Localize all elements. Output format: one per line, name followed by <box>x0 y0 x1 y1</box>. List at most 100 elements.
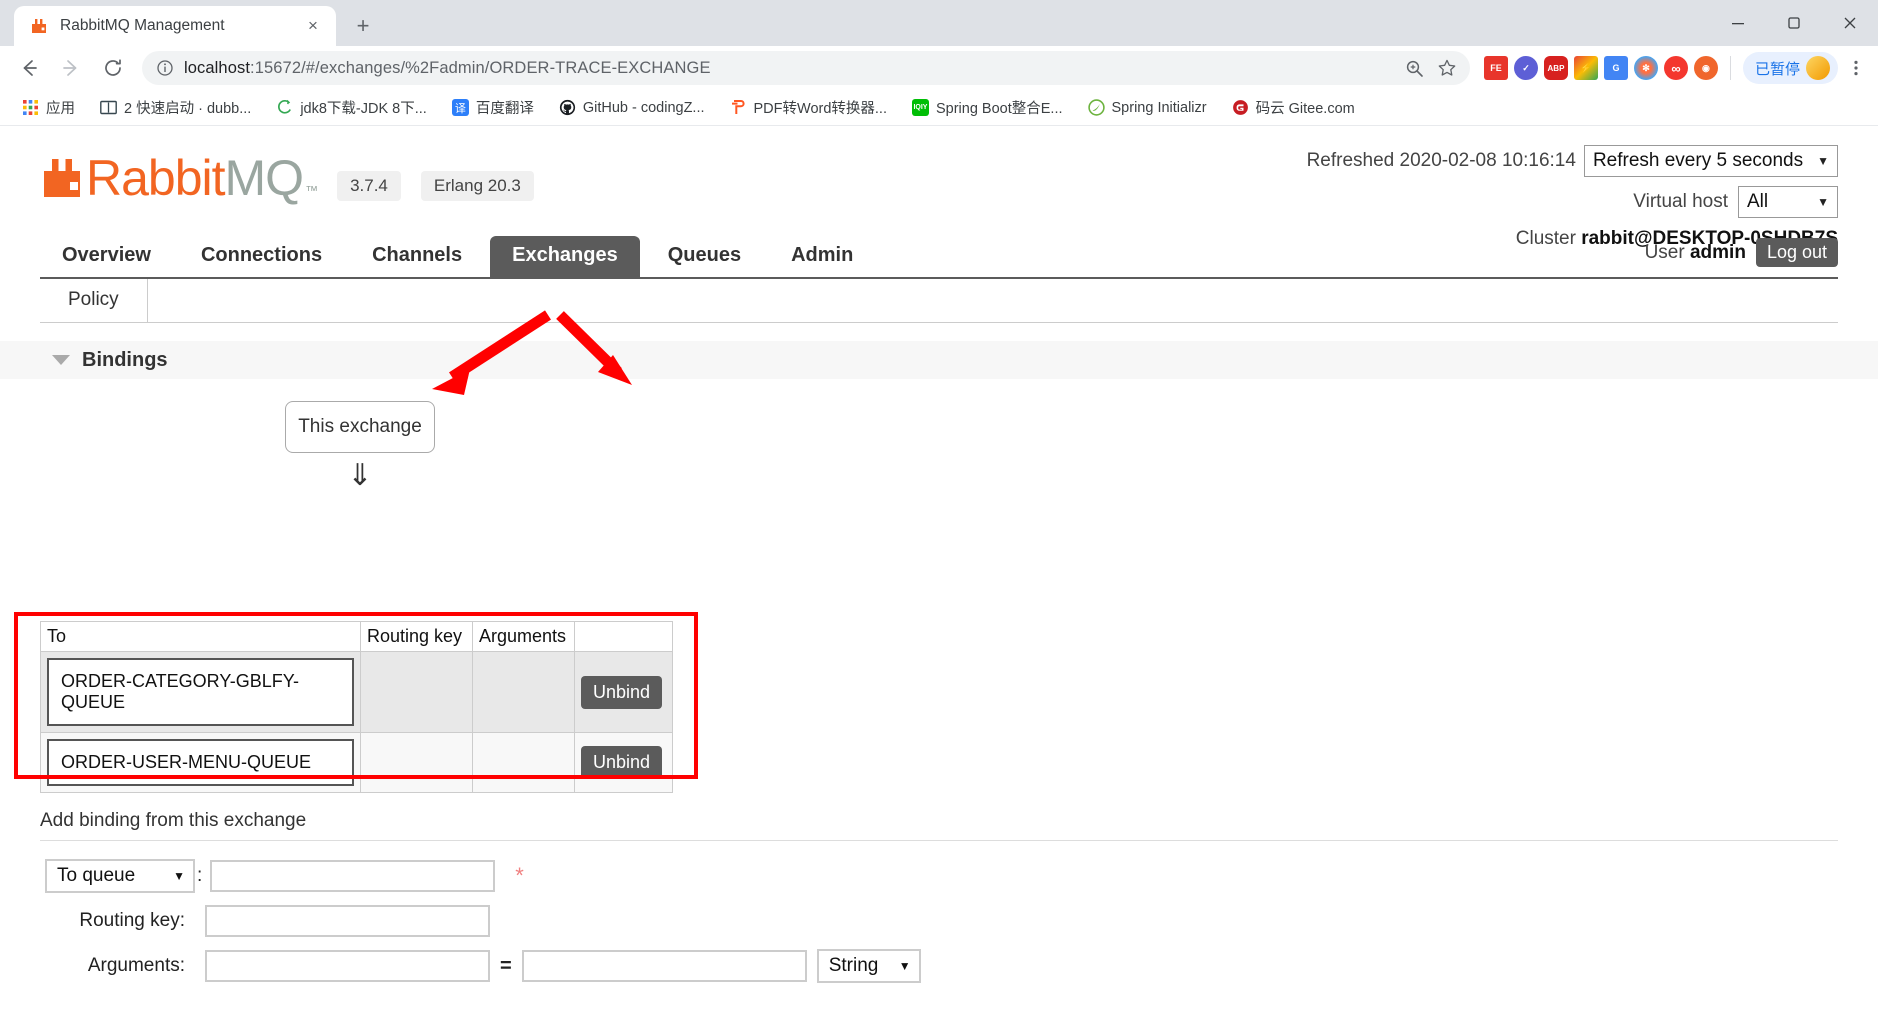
tab-overview[interactable]: Overview <box>40 236 173 277</box>
down-double-arrow-icon: ⇓ <box>347 459 373 492</box>
add-binding-form: Add binding from this exchange To queue … <box>40 810 1878 994</box>
destination-type-value: To queue <box>57 865 136 886</box>
window-close-icon[interactable] <box>1822 0 1878 46</box>
vhost-label: Virtual host <box>1633 191 1728 212</box>
iqiyi-icon: IQIY <box>911 99 929 116</box>
browser-window: RabbitMQ Management × + localhost:15672/… <box>0 0 1878 1011</box>
gitee-icon <box>1232 99 1249 116</box>
equals-sign: = <box>500 954 512 977</box>
url-host: localhost <box>184 58 251 77</box>
maximize-icon[interactable] <box>1766 0 1822 46</box>
logo-text-primary: Rabbit <box>86 150 226 206</box>
browser-tab[interactable]: RabbitMQ Management × <box>14 6 336 46</box>
cell-action: Unbind <box>574 732 673 793</box>
colorful-extension-icon[interactable]: ✻ <box>1633 56 1658 80</box>
cell-to: ORDER-USER-MENU-QUEUE <box>40 732 361 793</box>
bookmark-label: Spring Boot整合E... <box>935 101 1063 117</box>
user-area: User admin Log out <box>1645 238 1838 267</box>
bookmark-spring-boot-integration[interactable]: IQIY Spring Boot整合E... <box>904 93 1071 122</box>
bookmark-jdk8-download[interactable]: jdk8下载-JDK 8下... <box>268 93 435 122</box>
bookmark-gitee[interactable]: 码云 Gitee.com <box>1224 93 1363 122</box>
google-translate-extension-icon[interactable]: G <box>1603 56 1628 80</box>
required-marker: * <box>515 863 524 888</box>
arguments-type-select[interactable]: String ▼ <box>816 949 921 983</box>
chevron-down-icon: ▼ <box>1817 154 1829 168</box>
bookmark-github-codingz[interactable]: GitHub - codingZ... <box>551 95 713 120</box>
destination-input[interactable] <box>210 860 496 892</box>
tab-exchanges[interactable]: Exchanges <box>490 236 640 277</box>
menu-kebab-icon[interactable] <box>1844 53 1868 83</box>
minimize-icon[interactable] <box>1710 0 1766 46</box>
tab-queues[interactable]: Queues <box>646 236 763 277</box>
destination-colon: : <box>197 865 203 886</box>
bookmark-dubbo-quickstart[interactable]: 2 快速启动 · dubb... <box>92 93 259 122</box>
routing-key-label: Routing key: <box>79 910 185 931</box>
reload-icon[interactable] <box>94 49 132 87</box>
tab-connections[interactable]: Connections <box>179 236 344 277</box>
infinity-extension-icon[interactable]: ∞ <box>1663 56 1688 80</box>
bookmark-baidu-translate[interactable]: 译 百度翻译 <box>444 93 542 122</box>
omnibox-actions <box>1400 53 1462 83</box>
sync-paused-badge[interactable]: 已暂停 <box>1742 52 1838 84</box>
tab-admin[interactable]: Admin <box>769 236 875 277</box>
cell-to: ORDER-CATEGORY-GBLFY-QUEUE <box>40 651 361 733</box>
sub-nav: Policy <box>40 279 1838 323</box>
bookmark-label: 码云 Gitee.com <box>1255 101 1355 117</box>
arguments-key-input[interactable] <box>205 950 490 982</box>
java-icon <box>276 99 293 116</box>
table-row: ORDER-USER-MENU-QUEUE Unbind <box>40 732 673 793</box>
logout-button[interactable]: Log out <box>1755 238 1838 267</box>
unbind-button[interactable]: Unbind <box>581 675 663 709</box>
routing-key-input[interactable] <box>205 905 490 937</box>
zoom-search-icon[interactable] <box>1400 53 1430 83</box>
refreshed-label: Refreshed 2020-02-08 10:16:14 <box>1306 150 1576 171</box>
github-icon <box>559 99 576 116</box>
forward-icon[interactable] <box>52 49 90 87</box>
new-tab-button[interactable]: + <box>346 9 380 43</box>
collapse-triangle-icon[interactable] <box>52 355 70 365</box>
adblock-plus-extension-icon[interactable]: ABP <box>1543 56 1568 80</box>
check-extension-icon[interactable]: ✓ <box>1513 56 1538 80</box>
orange-extension-icon[interactable]: ◉ <box>1693 56 1718 80</box>
tab-channels[interactable]: Channels <box>350 236 484 277</box>
browser-toolbar: localhost:15672/#/exchanges/%2Fadmin/ORD… <box>0 46 1878 90</box>
column-actions <box>574 621 673 652</box>
refresh-interval-select[interactable]: Refresh every 5 seconds ▼ <box>1583 145 1838 177</box>
star-icon[interactable] <box>1432 53 1462 83</box>
address-bar[interactable]: localhost:15672/#/exchanges/%2Fadmin/ORD… <box>142 51 1470 85</box>
queue-link[interactable]: ORDER-USER-MENU-QUEUE <box>47 739 354 786</box>
back-icon[interactable] <box>10 49 48 87</box>
subtab-policy[interactable]: Policy <box>40 279 148 322</box>
close-icon[interactable]: × <box>300 13 326 39</box>
bookmark-pdf-to-word[interactable]: PDF转Word转换器... <box>722 93 895 122</box>
unbind-button[interactable]: Unbind <box>581 746 663 779</box>
rabbitmq-logo[interactable]: Rabbit MQ ™ <box>40 149 318 207</box>
cell-action: Unbind <box>574 651 673 733</box>
flash-extension-icon[interactable]: ⚡ <box>1573 56 1598 80</box>
bindings-section-title: Bindings <box>82 348 168 371</box>
destination-row: To queue ▼ : * <box>40 859 1878 893</box>
info-icon[interactable] <box>156 59 174 77</box>
header-right: Refreshed 2020-02-08 10:16:14 Refresh ev… <box>1307 145 1838 250</box>
add-binding-title: Add binding from this exchange <box>40 810 1838 841</box>
column-routing-key: Routing key <box>360 621 473 652</box>
table-header-row: To Routing key Arguments <box>40 621 673 652</box>
arguments-value-input[interactable] <box>521 950 807 982</box>
arguments-row: Arguments: = String ▼ <box>40 949 1878 983</box>
bindings-section-header[interactable]: Bindings <box>0 341 1878 379</box>
bookmark-spring-initializr[interactable]: Spring Initializr <box>1080 95 1215 120</box>
queue-link[interactable]: ORDER-CATEGORY-GBLFY-QUEUE <box>47 658 354 726</box>
rabbitmq-icon <box>30 17 48 35</box>
bookmark-apps[interactable]: 应用 <box>14 93 83 122</box>
chevron-down-icon: ▼ <box>898 959 911 973</box>
extension-icons: FE ✓ ABP ⚡ G ✻ ∞ ◉ 已暂停 <box>1476 52 1868 84</box>
cell-arguments <box>472 651 575 733</box>
vhost-select[interactable]: All ▼ <box>1738 186 1838 218</box>
destination-type-select[interactable]: To queue ▼ <box>45 859 195 893</box>
fe-helper-extension-icon[interactable]: FE <box>1483 56 1508 80</box>
bindings-table: To Routing key Arguments ORDER-CATEGORY-… <box>40 621 673 793</box>
arguments-type-value: String <box>828 955 879 976</box>
profile-avatar[interactable] <box>1806 56 1830 80</box>
column-arguments: Arguments <box>472 621 575 652</box>
bookmark-label: 百度翻译 <box>475 101 534 117</box>
